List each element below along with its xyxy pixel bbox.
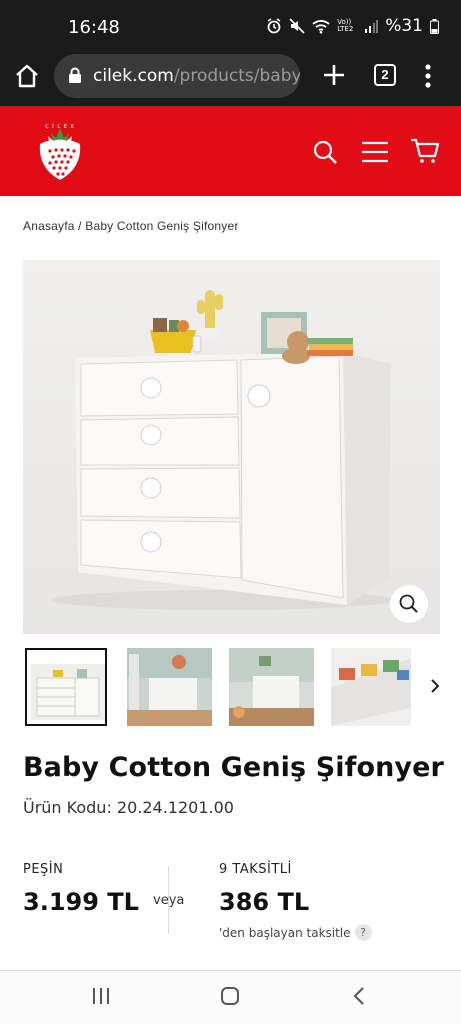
thumbnail-image bbox=[331, 648, 411, 726]
thumbnail-image bbox=[127, 648, 212, 726]
thumbnail-2[interactable] bbox=[127, 648, 212, 726]
thumbnail-3[interactable] bbox=[229, 648, 314, 726]
more-options-icon[interactable] bbox=[421, 62, 435, 90]
url-path: /products/baby-co bbox=[173, 66, 300, 86]
wifi-icon bbox=[312, 19, 330, 34]
battery-icon bbox=[430, 18, 439, 34]
breadcrumb[interactable]: Anasayfa / Baby Cotton Geniş Şifonyer bbox=[23, 219, 239, 233]
address-bar[interactable]: cilek.com/products/baby-co bbox=[54, 54, 300, 98]
cash-price: 3.199 TL bbox=[23, 888, 139, 916]
url-host: cilek.com bbox=[93, 66, 174, 86]
installment-note-text: 'den başlayan taksitle bbox=[219, 925, 351, 940]
mute-icon bbox=[289, 18, 305, 34]
browser-toolbar: cilek.com/products/baby-co 2 bbox=[0, 50, 461, 106]
lock-icon bbox=[69, 67, 81, 83]
zoom-icon bbox=[399, 594, 418, 613]
recent-apps-icon[interactable] bbox=[91, 985, 111, 1007]
product-title: Baby Cotton Geniş Şifonyer bbox=[23, 752, 444, 783]
thumbnail-image bbox=[229, 648, 314, 726]
status-time: 16:48 bbox=[68, 17, 120, 38]
chevron-right-icon[interactable] bbox=[428, 676, 442, 696]
status-icons: Vo)) LTE2 %31 bbox=[266, 16, 439, 36]
system-navigation-bar bbox=[0, 971, 461, 1024]
zoom-button[interactable] bbox=[390, 585, 428, 623]
installment-note: 'den başlayan taksitle ? bbox=[219, 924, 372, 941]
home-nav-icon[interactable] bbox=[219, 985, 241, 1007]
svg-text:Ç İ L E K: Ç İ L E K bbox=[45, 123, 75, 130]
back-icon[interactable] bbox=[351, 985, 367, 1007]
status-bar: 16:48 Vo)) LTE2 %31 bbox=[0, 0, 461, 50]
or-label: veya bbox=[153, 893, 185, 908]
network-label: Vo)) LTE2 bbox=[337, 18, 354, 33]
alarm-icon bbox=[267, 18, 281, 34]
url-text[interactable]: cilek.com/products/baby-co bbox=[93, 66, 300, 86]
battery-percent: %31 bbox=[385, 16, 423, 36]
new-tab-icon[interactable] bbox=[321, 62, 347, 88]
cart-icon[interactable] bbox=[410, 138, 440, 164]
installment-price: 386 TL bbox=[219, 888, 310, 916]
cilek-strawberry-logo[interactable]: Ç İ L E K bbox=[34, 120, 86, 182]
product-main-image[interactable] bbox=[23, 260, 440, 634]
help-icon[interactable]: ? bbox=[354, 924, 372, 941]
search-icon[interactable] bbox=[312, 139, 338, 165]
installment-label: 9 TAKSİTLİ bbox=[219, 862, 292, 877]
thumbnail-strip bbox=[0, 648, 461, 728]
menu-icon[interactable] bbox=[361, 140, 389, 164]
thumbnail-1[interactable] bbox=[25, 648, 107, 726]
tab-switcher-button[interactable]: 2 bbox=[374, 64, 396, 86]
thumbnail-4[interactable] bbox=[331, 648, 411, 726]
thumbnail-image bbox=[27, 650, 105, 724]
cash-price-label: PEŞİN bbox=[23, 862, 64, 877]
home-icon[interactable] bbox=[14, 63, 40, 89]
dresser-illustration bbox=[23, 260, 440, 634]
product-code: Ürün Kodu: 20.24.1201.00 bbox=[23, 798, 234, 817]
signal-icon bbox=[365, 20, 379, 33]
site-header: Ç İ L E K bbox=[0, 106, 461, 196]
